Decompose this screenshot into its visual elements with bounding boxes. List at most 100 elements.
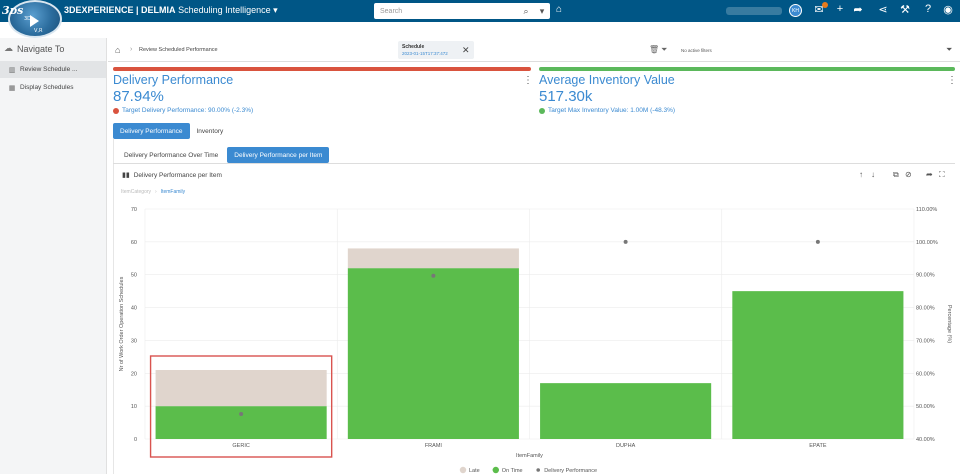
more-options-icon[interactable]: ⋮ <box>947 75 957 86</box>
hide-icon[interactable]: ⊘ <box>905 170 912 179</box>
filter-settings-icon[interactable]: ⏷ <box>946 45 952 55</box>
drill-crumb-category[interactable]: ItemCategory <box>121 189 151 195</box>
x-tick-label: DUPHA <box>616 443 636 449</box>
bar-chart-icon: ▮▮ <box>122 172 130 179</box>
close-icon[interactable]: ✕ <box>462 45 470 56</box>
chevron-right-icon: › <box>130 46 133 53</box>
tab-delivery-over-time[interactable]: Delivery Performance Over Time <box>117 147 225 163</box>
legend-marker <box>492 466 499 474</box>
tag-icon[interactable]: ⌂ <box>556 4 562 15</box>
kpi-value: 517.30k <box>539 88 593 105</box>
breadcrumb: ⌂ › Review Scheduled Performance Schedul… <box>108 38 960 62</box>
drill-crumb-family[interactable]: ItemFamily <box>161 189 185 195</box>
tab-delivery-per-item[interactable]: Delivery Performance per Item <box>227 147 330 163</box>
y2-tick-label: 100.00% <box>916 240 938 246</box>
legend-label: Late <box>469 468 480 474</box>
bar-on-time <box>347 268 519 439</box>
chart-title: ▮▮ Delivery Performance per Item <box>122 171 222 180</box>
y2-tick-label: 60.00% <box>916 371 935 377</box>
y2-tick-label: 50.00% <box>916 404 935 410</box>
x-axis-label: ItemFamily <box>516 453 543 459</box>
y2-tick-label: 110.00% <box>916 207 937 213</box>
y2-tick-label: 90.00% <box>916 273 935 279</box>
sub-tabs: Delivery Performance Over Time Delivery … <box>117 147 330 163</box>
bar-late <box>347 248 519 269</box>
legend-label: On Time <box>502 468 523 474</box>
y2-tick-label: 80.00% <box>916 306 935 312</box>
search-icon[interactable]: ⌕ <box>518 3 534 19</box>
home-icon[interactable]: ⌂ <box>115 45 120 55</box>
trash-icon[interactable]: 🗑 <box>649 45 659 54</box>
app-brand[interactable]: 3DEXPERIENCE | DELMIA Scheduling Intelli… <box>64 5 278 16</box>
kpi-target: Target Max Inventory Value: 1.00M (-48.3… <box>539 107 675 114</box>
schedule-filter-chip[interactable]: Schedule 2023-01-15T17:37:472 ✕ <box>398 41 474 59</box>
share-chart-icon[interactable]: ➦ <box>926 170 933 179</box>
help-icon[interactable]: ? <box>921 3 935 15</box>
bar-on-time <box>540 383 712 439</box>
drill-breadcrumb: ItemCategory › ItemFamily <box>121 189 186 195</box>
x-tick-label: GERIC <box>232 443 249 449</box>
status-dot-icon <box>113 107 119 114</box>
navigate-to-header: ☁ Navigate To <box>4 43 65 54</box>
ds-logo-icon: 3ᴅs <box>2 4 24 17</box>
tab-inventory[interactable]: Inventory <box>190 123 231 139</box>
network-icon[interactable]: ⋖ <box>876 3 890 16</box>
add-icon[interactable]: + <box>833 3 847 15</box>
sidebar-item-display-schedules[interactable]: ▦ Display Schedules <box>0 79 106 96</box>
x-tick-label: EPATE <box>809 443 827 449</box>
tools-icon[interactable]: ⚒ <box>898 3 912 16</box>
performance-point <box>431 273 436 278</box>
chevron-down-icon[interactable]: ▾ <box>273 5 278 15</box>
status-dot-icon <box>539 107 545 114</box>
bar-on-time <box>155 406 327 439</box>
bar-on-time <box>732 291 904 439</box>
broadcast-icon[interactable]: ◉ <box>941 3 955 16</box>
avatar[interactable]: KH <box>789 4 802 17</box>
share-icon[interactable]: ➦ <box>851 3 865 16</box>
main-tabs: Delivery Performance Inventory <box>113 123 230 139</box>
calendar-icon: ▦ <box>8 84 16 92</box>
delivery-performance-chart: 0 10 20 30 40 50 60 70 40.00% 50.00% 60.00% 70.00% 8… <box>119 207 952 474</box>
performance-point <box>815 239 820 244</box>
kpi-average-inventory: Average Inventory Value 517.30k Target M… <box>539 67 957 117</box>
y-tick-label: 40 <box>131 306 137 312</box>
y-tick-label: 60 <box>131 240 137 246</box>
bar-late <box>155 370 327 407</box>
map-icon[interactable]: ⧉ <box>893 170 899 180</box>
legend-marker <box>536 468 540 472</box>
filter-icon[interactable]: ⏷ <box>661 45 667 55</box>
sidebar: ☁ Navigate To ▥ Review Schedule ... ▦ Di… <box>0 38 107 474</box>
performance-point <box>239 412 244 417</box>
sort-up-icon[interactable]: ↑ <box>859 170 863 179</box>
y-tick-label: 30 <box>131 338 137 344</box>
search-input[interactable]: Search <box>374 8 518 15</box>
sidebar-item-review-schedule[interactable]: ▥ Review Schedule ... <box>0 61 106 78</box>
more-options-icon[interactable]: ⋮ <box>523 75 533 86</box>
y-tick-label: 20 <box>131 371 137 377</box>
kpi-value: 87.94% <box>113 88 164 105</box>
kpi-bar <box>113 67 531 71</box>
y2-axis-label: Percentage (%) <box>946 305 952 343</box>
top-bar: 3DEXPERIENCE | DELMIA Scheduling Intelli… <box>0 0 960 22</box>
y-tick-label: 10 <box>131 404 137 410</box>
cloud-icon: ☁ <box>4 43 13 53</box>
notification-badge <box>822 2 828 8</box>
y-axis-label: Nr of Work Order Operation Schedules <box>119 276 125 371</box>
play-icon <box>30 15 39 27</box>
search-dropdown-icon[interactable]: ▾ <box>534 3 550 19</box>
chart-icon: ▥ <box>8 66 16 74</box>
kpi-bar <box>539 67 955 71</box>
breadcrumb-current[interactable]: Review Scheduled Performance <box>139 47 218 53</box>
y2-tick-label: 70.00% <box>916 338 935 344</box>
fullscreen-icon[interactable]: ⛶ <box>939 170 945 180</box>
legend-marker <box>459 466 467 474</box>
legend-label: Delivery Performance <box>544 468 597 474</box>
search-box[interactable]: Search ⌕ ▾ <box>374 3 550 19</box>
user-name-blurred <box>726 7 782 15</box>
kpi-delivery-performance: Delivery Performance 87.94% Target Deliv… <box>113 67 533 117</box>
tab-delivery-performance[interactable]: Delivery Performance <box>113 123 190 139</box>
y-tick-label: 70 <box>131 207 137 213</box>
active-filters-text: No active filters <box>681 48 712 53</box>
sort-down-icon[interactable]: ↓ <box>871 170 875 179</box>
x-tick-label: FRAMI <box>425 443 443 449</box>
